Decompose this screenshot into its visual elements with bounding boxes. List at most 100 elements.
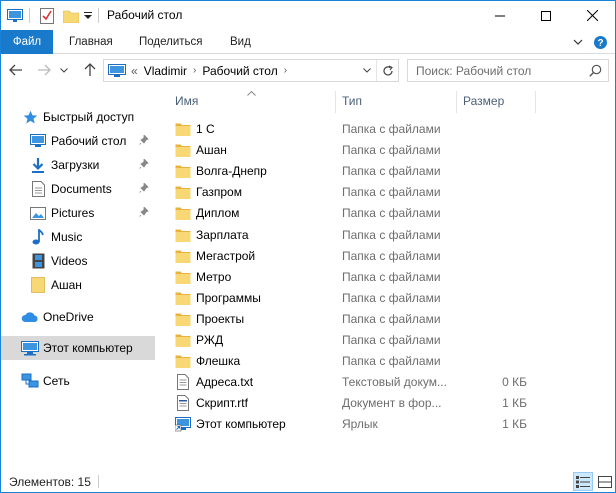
tab-share[interactable]: Поделиться	[127, 30, 215, 54]
new-folder-icon[interactable]	[61, 1, 81, 30]
pictures-icon	[29, 204, 47, 222]
column-header-size[interactable]: Размер	[463, 88, 533, 114]
properties-icon[interactable]	[37, 1, 57, 30]
file-type: Папка с файлами	[342, 354, 441, 369]
file-row[interactable]: 1 С Папка с файлами	[169, 119, 609, 140]
forward-button[interactable]	[33, 59, 55, 81]
file-name: Газпром	[196, 185, 242, 200]
sidebar-item-label: Сеть	[43, 374, 70, 388]
close-button[interactable]	[569, 1, 615, 30]
column-divider[interactable]	[335, 91, 336, 113]
file-row[interactable]: Адреса.txt Текстовый докум... 0 КБ	[169, 372, 609, 393]
sidebar-item-music[interactable]: Music	[1, 225, 155, 249]
large-icons-view-button[interactable]	[595, 472, 615, 491]
file-name: Диплом	[196, 206, 240, 221]
file-size: 0 КБ	[502, 375, 527, 390]
sidebar-item-network[interactable]: Сеть	[1, 369, 155, 393]
sidebar-item-quick-access[interactable]: Быстрый доступ	[1, 105, 155, 129]
sidebar-item-label: Быстрый доступ	[43, 110, 135, 124]
help-icon[interactable]: ?	[591, 33, 609, 51]
file-row[interactable]: Диплом Папка с файлами	[169, 203, 609, 224]
file-row[interactable]: Флешка Папка с файлами	[169, 351, 609, 372]
file-size: 1 КБ	[502, 396, 527, 411]
address-dropdown-icon[interactable]	[360, 60, 374, 81]
sidebar-item-pictures[interactable]: Pictures	[1, 201, 155, 225]
file-name: Программы	[196, 290, 261, 305]
folder-icon	[175, 353, 191, 369]
file-row[interactable]: РЖД Папка с файлами	[169, 330, 609, 351]
file-row[interactable]: Мегастрой Папка с файлами	[169, 246, 609, 267]
file-type: Папка с файлами	[342, 206, 441, 221]
tab-view[interactable]: Вид	[218, 30, 263, 54]
navigation-bar: « Vladimir › Рабочий стол ›	[1, 55, 615, 87]
music-icon	[29, 228, 47, 246]
sidebar-item-label: Pictures	[51, 206, 95, 220]
column-header-type[interactable]: Тип	[342, 88, 452, 114]
folder-icon	[29, 276, 47, 294]
minimize-button[interactable]	[477, 1, 523, 30]
customize-toolbar-icon[interactable]	[81, 1, 95, 30]
breadcrumb-chevron-icon[interactable]: ›	[284, 65, 287, 76]
pin-icon	[139, 158, 149, 172]
sidebar-item-label: Этот компьютер	[43, 341, 133, 355]
folder-icon	[175, 142, 191, 158]
refresh-button[interactable]	[376, 60, 398, 81]
breadcrumb-desktop[interactable]: Рабочий стол	[202, 64, 277, 78]
downloads-icon	[29, 156, 47, 174]
folder-icon	[175, 269, 191, 285]
file-row[interactable]: Метро Папка с файлами	[169, 267, 609, 288]
sidebar-item-downloads[interactable]: Загрузки	[1, 153, 155, 177]
tab-file[interactable]: Файл	[1, 30, 53, 54]
sidebar-item-auchan[interactable]: Ашан	[1, 273, 155, 297]
breadcrumb-vladimir[interactable]: Vladimir	[144, 64, 187, 78]
folder-icon	[175, 248, 191, 264]
details-view-button[interactable]	[573, 472, 593, 491]
file-row[interactable]: Этот компьютер Ярлык 1 КБ	[169, 414, 609, 435]
sidebar-item-this-pc[interactable]: Этот компьютер	[1, 336, 155, 360]
column-divider[interactable]	[456, 91, 457, 113]
status-bar: Элементов: 15	[1, 471, 615, 492]
file-name: Скрипт.rtf	[196, 396, 248, 411]
sidebar-item-desktop[interactable]: Рабочий стол	[1, 129, 155, 153]
sidebar-item-label: Рабочий стол	[51, 134, 127, 148]
back-button[interactable]	[5, 59, 27, 81]
file-size: 1 КБ	[502, 417, 527, 432]
folder-icon	[175, 227, 191, 243]
sidebar-item-label: Videos	[51, 254, 88, 268]
file-name: Флешка	[196, 354, 241, 369]
sidebar-item-videos[interactable]: Videos	[1, 249, 155, 273]
maximize-button[interactable]	[523, 1, 569, 30]
search-box[interactable]	[407, 59, 609, 82]
file-row[interactable]: Газпром Папка с файлами	[169, 182, 609, 203]
file-row[interactable]: Волга-Днепр Папка с файлами	[169, 161, 609, 182]
file-type: Папка с файлами	[342, 290, 441, 305]
breadcrumb-chevron-icon[interactable]: ›	[193, 65, 196, 76]
file-row[interactable]: Зарплата Папка с файлами	[169, 225, 609, 246]
column-divider[interactable]	[535, 91, 536, 113]
sidebar-item-label: Music	[51, 230, 83, 244]
folder-icon	[175, 121, 191, 137]
file-row[interactable]: Ашан Папка с файлами	[169, 140, 609, 161]
tab-home[interactable]: Главная	[57, 30, 125, 54]
search-icon[interactable]	[589, 64, 602, 80]
address-overflow[interactable]: «	[131, 64, 138, 78]
file-row[interactable]: Проекты Папка с файлами	[169, 309, 609, 330]
file-row[interactable]: Скрипт.rtf Документ в фор... 1 КБ	[169, 393, 609, 414]
file-type: Папка с файлами	[342, 311, 441, 326]
expand-ribbon-icon[interactable]	[569, 33, 587, 51]
sidebar-item-documents[interactable]: Documents	[1, 177, 155, 201]
up-button[interactable]	[79, 59, 101, 81]
system-menu-icon[interactable]	[5, 1, 25, 30]
search-input[interactable]	[416, 60, 586, 81]
navigation-pane: Быстрый доступ Рабочий стол Загрузки Doc…	[1, 88, 161, 468]
recent-locations-icon[interactable]	[57, 59, 71, 81]
sidebar-item-label: Documents	[51, 182, 112, 196]
file-name: Зарплата	[196, 227, 249, 242]
folder-icon	[175, 163, 191, 179]
file-type: Папка с файлами	[342, 248, 441, 263]
sidebar-item-onedrive[interactable]: OneDrive	[1, 305, 155, 329]
file-row[interactable]: Программы Папка с файлами	[169, 288, 609, 309]
file-name: Ашан	[196, 143, 227, 158]
column-header-name[interactable]: Имя	[175, 88, 335, 114]
address-bar[interactable]: « Vladimir › Рабочий стол ›	[103, 59, 399, 82]
